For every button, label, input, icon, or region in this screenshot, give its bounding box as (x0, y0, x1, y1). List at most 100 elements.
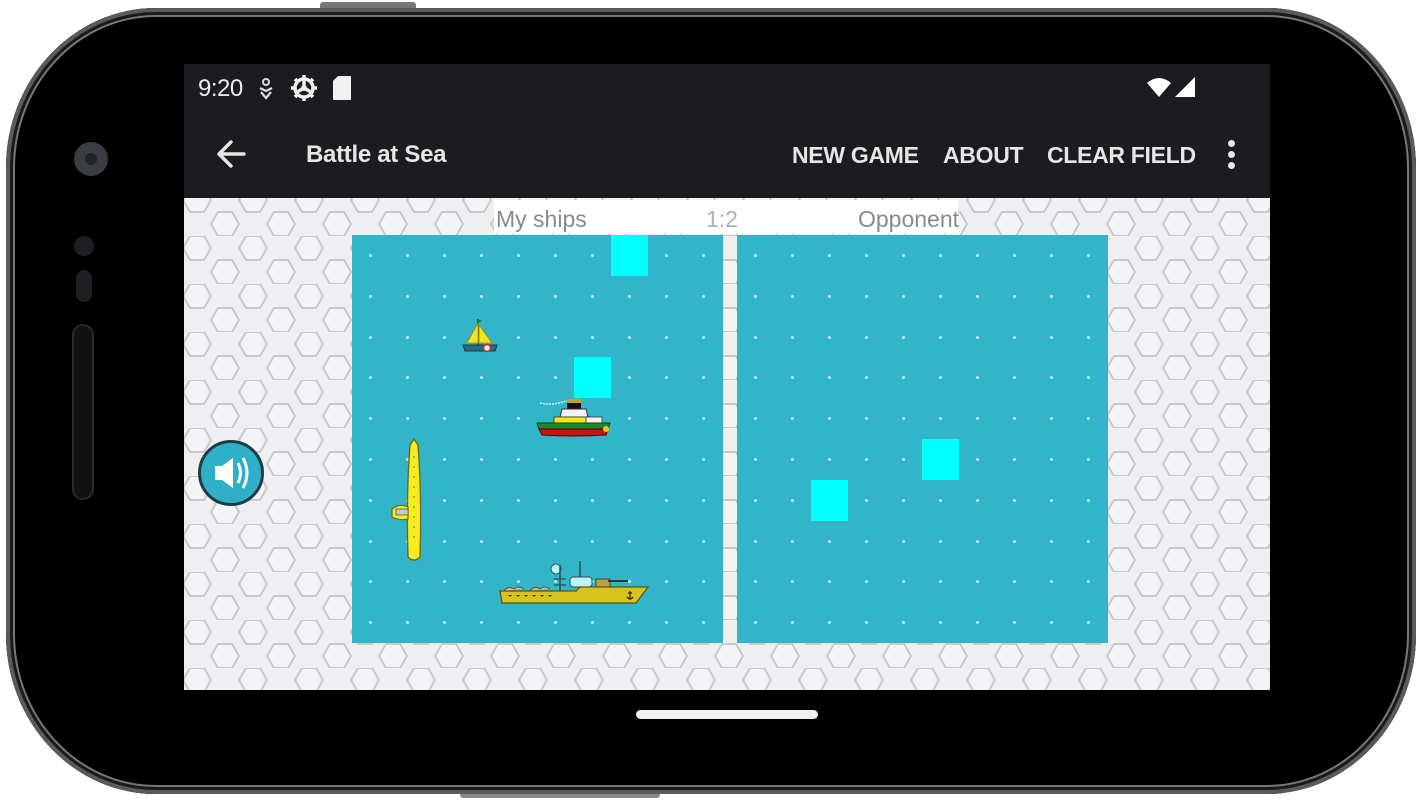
sd-card-icon (333, 76, 351, 100)
grid-dot (1087, 335, 1090, 339)
my-ships-label: My ships (496, 206, 587, 232)
grid-dot (443, 539, 446, 543)
grid-dot (754, 457, 757, 461)
device-screen: 9:20 Battle at Sea NEW GAME ABOUT CLEAR … (184, 64, 1270, 736)
grid-dot (902, 335, 905, 339)
grid-dot (976, 417, 979, 421)
grid-dot (665, 376, 668, 380)
grid-dot (939, 498, 942, 502)
grid-dot (480, 539, 483, 543)
grid-dot (1087, 417, 1090, 421)
grid-dot (754, 539, 757, 543)
grid-dot (791, 621, 794, 625)
grid-dot (1013, 621, 1016, 625)
score-label: 1:2 (706, 206, 738, 232)
grid-dot (369, 539, 372, 543)
grid-dot (1013, 457, 1016, 461)
grid-dot (406, 335, 409, 339)
grid-dot (939, 539, 942, 543)
grid-dot (976, 539, 979, 543)
grid-dot (791, 457, 794, 461)
grid-dot (517, 335, 520, 339)
grid-dot (754, 335, 757, 339)
grid-dot (976, 335, 979, 339)
grid-dot (628, 621, 631, 625)
settings-gear-icon (291, 75, 317, 101)
grid-dot (554, 335, 557, 339)
app-title: Battle at Sea (306, 141, 447, 168)
my-board[interactable] (352, 235, 723, 643)
grid-dot (443, 621, 446, 625)
grid-dot (902, 253, 905, 257)
grid-dot (865, 253, 868, 257)
new-game-button[interactable]: NEW GAME (792, 142, 919, 169)
grid-dot (554, 621, 557, 625)
game-area: My ships 1:2 Opponent (184, 198, 1270, 690)
grid-dot (554, 539, 557, 543)
grid-dot (665, 294, 668, 298)
grid-dot (791, 417, 794, 421)
grid-dot (754, 498, 757, 502)
grid-dot (665, 457, 668, 461)
grid-dot (939, 580, 942, 584)
cell-signal-icon (1175, 77, 1195, 97)
grid-dot (939, 417, 942, 421)
speaker-volume-icon (215, 457, 249, 489)
clear-field-button[interactable]: CLEAR FIELD (1047, 142, 1196, 169)
grid-dot (976, 294, 979, 298)
grid-dot (517, 539, 520, 543)
sailboat-ship (462, 319, 498, 353)
grid-dot (1013, 253, 1016, 257)
grid-dot (591, 457, 594, 461)
grid-dot (628, 498, 631, 502)
grid-dot (754, 417, 757, 421)
grid-dot (1050, 457, 1053, 461)
grid-dot (1087, 253, 1090, 257)
grid-dot (902, 294, 905, 298)
grid-dot (628, 335, 631, 339)
grid-dot (902, 376, 905, 380)
grid-dot (902, 580, 905, 584)
grid-dot (443, 294, 446, 298)
grid-dot (702, 376, 705, 380)
grid-dot (369, 253, 372, 257)
grid-dot (554, 376, 557, 380)
grid-dot (976, 621, 979, 625)
grid-dot (702, 335, 705, 339)
grid-dot (791, 253, 794, 257)
grid-dot (939, 621, 942, 625)
grid-dot (976, 580, 979, 584)
grid-dot (702, 457, 705, 461)
grid-dot (369, 376, 372, 380)
more-vert-icon[interactable] (1220, 136, 1242, 176)
grid-dot (628, 294, 631, 298)
grid-dot (665, 621, 668, 625)
grid-dot (1050, 417, 1053, 421)
grid-dot (1087, 457, 1090, 461)
wifi-icon (1147, 78, 1171, 97)
grid-dot (480, 253, 483, 257)
grid-dot (865, 580, 868, 584)
grid-dot (665, 498, 668, 502)
grid-dot (1013, 417, 1016, 421)
grid-dot (902, 621, 905, 625)
grid-dot (1050, 376, 1053, 380)
grid-dot (554, 294, 557, 298)
grid-dot (1050, 539, 1053, 543)
grid-dot (1087, 498, 1090, 502)
grid-dot (1013, 376, 1016, 380)
opponent-board[interactable] (737, 235, 1108, 643)
grid-dot (702, 294, 705, 298)
navigation-bar (184, 690, 1270, 736)
grid-dot (865, 294, 868, 298)
grid-dot (517, 457, 520, 461)
arrow-left-icon[interactable] (214, 136, 250, 172)
about-button[interactable]: ABOUT (943, 142, 1024, 169)
grid-dot (791, 539, 794, 543)
home-indicator[interactable] (636, 710, 818, 719)
grid-dot (406, 253, 409, 257)
sound-toggle-button[interactable] (198, 440, 264, 506)
submarine-ship (391, 437, 422, 561)
grid-dot (665, 580, 668, 584)
sensor-icon (74, 236, 94, 256)
